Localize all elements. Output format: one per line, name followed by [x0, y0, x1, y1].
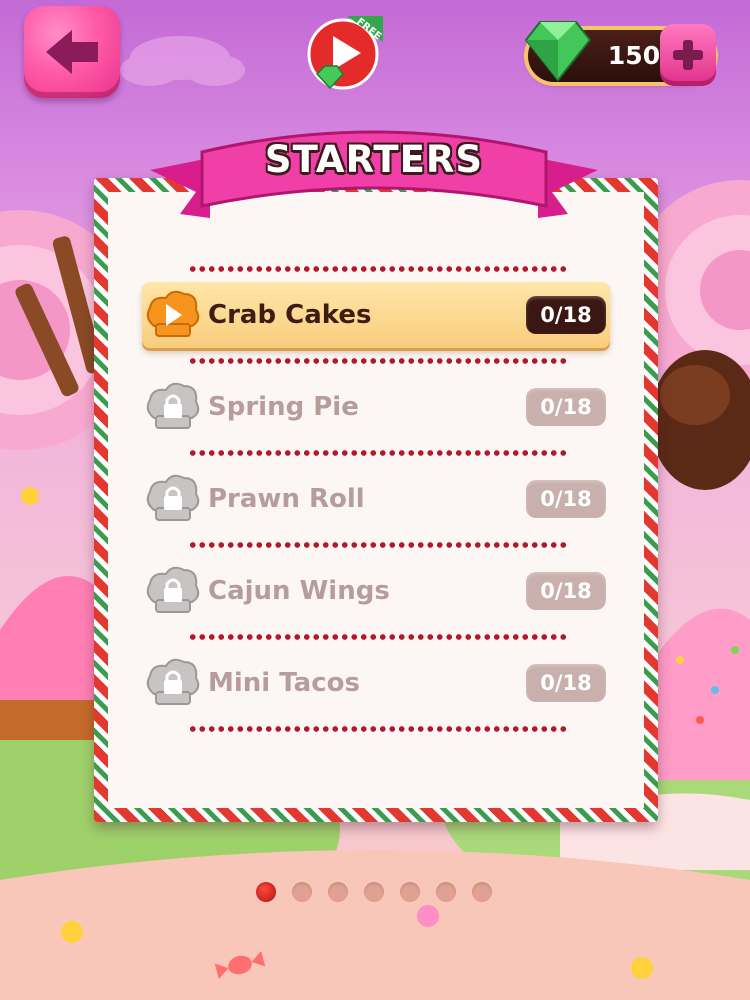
locked-chef-hat-icon — [146, 382, 200, 429]
locked-chef-hat-icon — [146, 658, 200, 705]
emerald-gem-icon — [524, 21, 592, 82]
recipe-row-crab-cakes[interactable]: Crab Cakes 0/18 — [142, 282, 610, 348]
recipe-progress: 0/18 — [526, 480, 606, 518]
recipe-name: Crab Cakes — [208, 300, 372, 330]
panel-title: STARTERS — [264, 138, 484, 181]
recipe-name: Mini Tacos — [208, 668, 360, 698]
recipe-progress: 0/18 — [526, 296, 606, 334]
dotted-divider — [188, 450, 566, 456]
locked-chef-hat-icon — [146, 474, 200, 521]
recipe-name: Spring Pie — [208, 392, 359, 422]
back-button[interactable] — [24, 6, 120, 98]
page-dot-1[interactable] — [256, 882, 276, 902]
recipe-progress: 0/18 — [526, 388, 606, 426]
recipe-progress: 0/18 — [526, 572, 606, 610]
recipe-row-prawn-roll[interactable]: Prawn Roll 0/18 — [142, 466, 610, 532]
page-dot-2[interactable] — [292, 882, 312, 902]
add-gems-button[interactable] — [660, 24, 716, 86]
dotted-divider — [188, 726, 566, 732]
play-chef-hat-icon — [146, 290, 200, 337]
recipe-name: Prawn Roll — [208, 484, 365, 514]
dotted-divider — [188, 358, 566, 364]
page-dot-4[interactable] — [364, 882, 384, 902]
page-dot-6[interactable] — [436, 882, 456, 902]
page-dot-3[interactable] — [328, 882, 348, 902]
gem-counter: 150 — [524, 21, 716, 86]
recipe-progress: 0/18 — [526, 664, 606, 702]
dotted-divider — [188, 542, 566, 548]
chocolate-cupcake-right — [650, 350, 750, 490]
locked-chef-hat-icon — [146, 566, 200, 613]
dotted-divider — [188, 634, 566, 640]
arrow-left-icon — [46, 30, 98, 74]
page-dot-7[interactable] — [472, 882, 492, 902]
recipe-row-mini-tacos[interactable]: Mini Tacos 0/18 — [142, 650, 610, 716]
recipe-row-cajun-wings[interactable]: Cajun Wings 0/18 — [142, 558, 610, 624]
recipe-name: Cajun Wings — [208, 576, 390, 606]
dotted-divider — [188, 266, 566, 272]
plus-icon — [673, 40, 703, 70]
free-video-button[interactable]: FREE — [303, 12, 385, 94]
recipe-row-spring-pie[interactable]: Spring Pie 0/18 — [142, 374, 610, 440]
cloud-shape — [120, 36, 245, 86]
page-dot-5[interactable] — [400, 882, 420, 902]
page-indicator — [256, 882, 496, 904]
